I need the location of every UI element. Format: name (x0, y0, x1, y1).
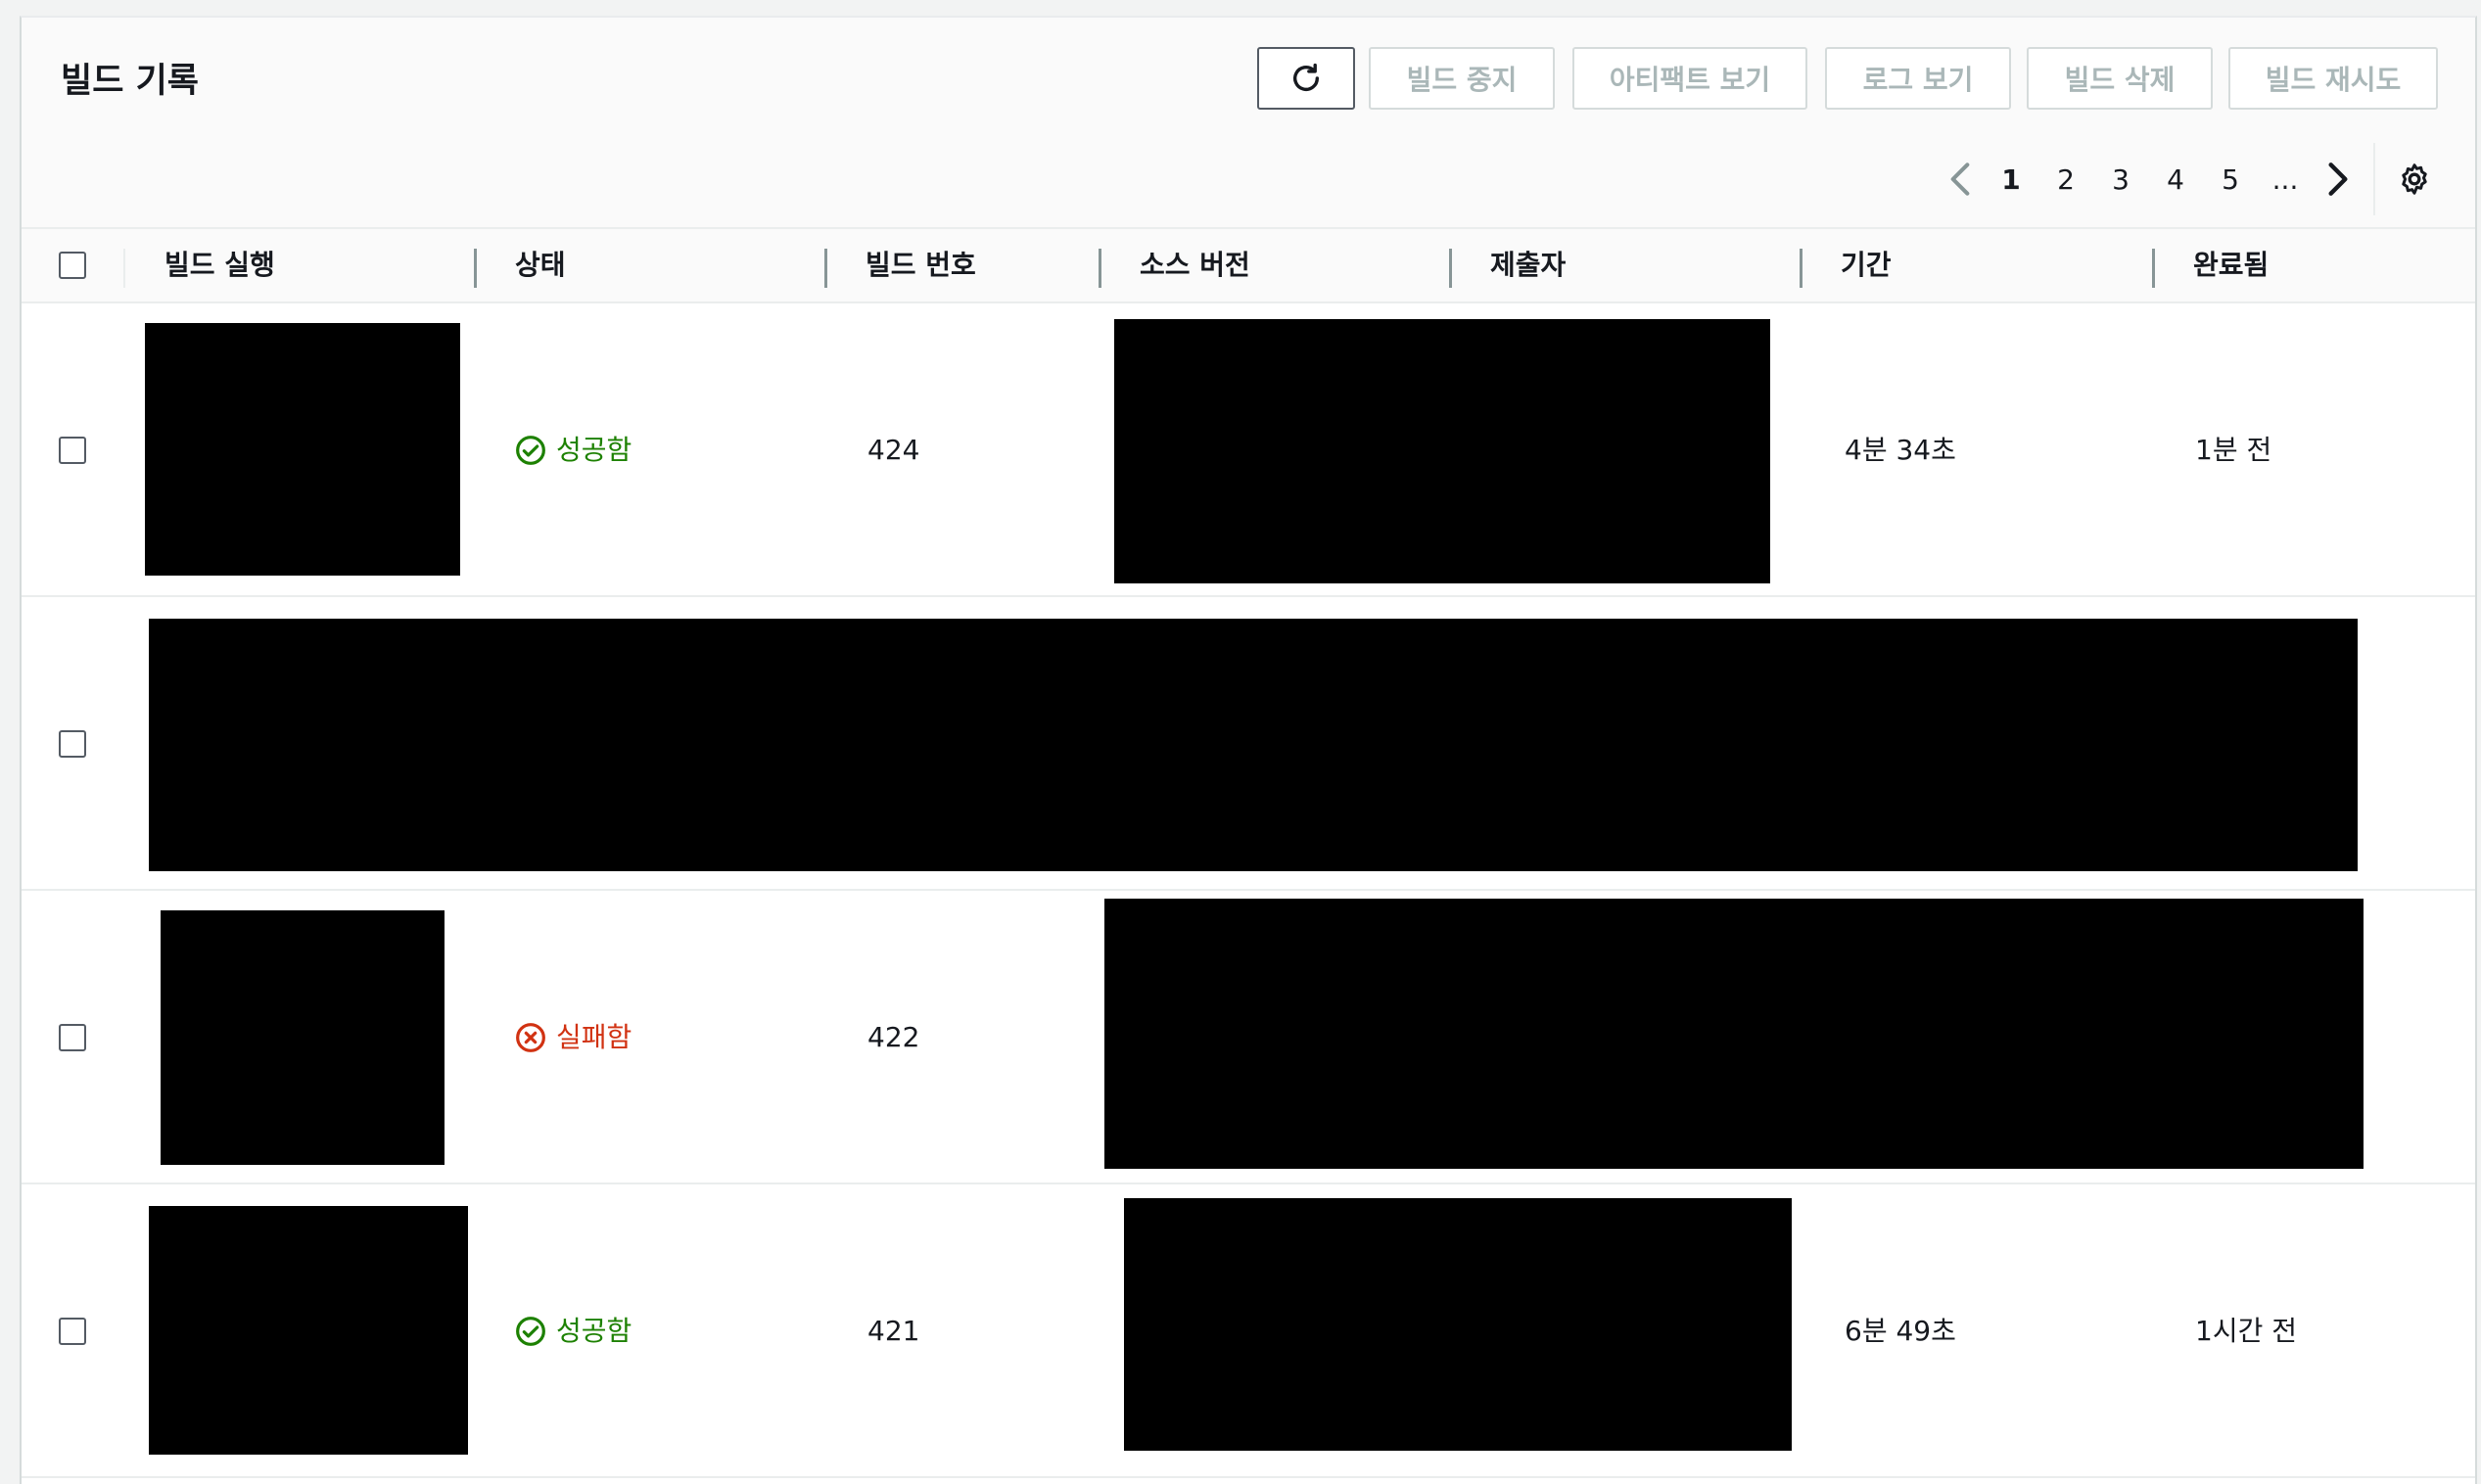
page-2[interactable]: 2 (2046, 145, 2085, 213)
row-checkbox[interactable] (59, 1318, 86, 1345)
view-logs-button[interactable]: 로그 보기 (1825, 47, 2011, 110)
column-header-source-version[interactable]: 소스 버전 (1140, 229, 1250, 301)
refresh-icon (1292, 63, 1320, 91)
chevron-left-icon (1950, 162, 1970, 196)
page-4[interactable]: 4 (2156, 145, 2195, 213)
column-header-duration[interactable]: 기간 (1841, 229, 1892, 301)
row-checkbox[interactable] (59, 730, 86, 758)
completed-time: 1시간 전 (2195, 1315, 2297, 1347)
failed-x-icon (516, 1023, 545, 1052)
delete-build-button[interactable]: 빌드 삭제 (2027, 47, 2213, 110)
redacted-source-version (1124, 1198, 1792, 1451)
success-check-icon (516, 436, 545, 465)
preferences-button[interactable] (2393, 145, 2436, 213)
pagination-next[interactable] (2318, 145, 2358, 213)
row-checkbox[interactable] (59, 437, 86, 464)
panel-title: 빌드 기록 (61, 62, 199, 101)
status-text: 실패함 (556, 1021, 632, 1053)
view-artifacts-button[interactable]: 아티팩트 보기 (1572, 47, 1807, 110)
retry-build-button[interactable]: 빌드 재시도 (2228, 47, 2438, 110)
gear-icon (2402, 163, 2427, 195)
column-header-submitter[interactable]: 제출자 (1490, 229, 1566, 301)
redacted-source-version (1114, 319, 1770, 583)
status-badge: 성공함 (515, 431, 632, 470)
build-number: 421 (867, 1315, 920, 1347)
page-1[interactable]: 1 (1991, 145, 2031, 213)
redacted-build-run (145, 323, 460, 576)
completed-time: 1분 전 (2195, 434, 2272, 466)
build-number: 424 (867, 434, 920, 466)
build-number: 422 (867, 1021, 920, 1053)
column-resizer[interactable] (1099, 249, 1101, 288)
panel-header: 빌드 기록 빌드 중지 아티팩트 보기 로그 보기 빌드 삭제 빌드 재시도 1… (22, 18, 2475, 227)
page-ellipsis: ... (2271, 162, 2299, 196)
column-resizer[interactable] (474, 249, 477, 288)
status-text: 성공함 (556, 434, 632, 466)
stop-build-button[interactable]: 빌드 중지 (1369, 47, 1555, 110)
table-header: 빌드 실행 상태 빌드 번호 소스 버전 제출자 기간 완료됨 (22, 227, 2475, 303)
page-3[interactable]: 3 (2101, 145, 2140, 213)
page-5[interactable]: 5 (2211, 145, 2250, 213)
redacted-source-details (1104, 899, 2364, 1169)
table-row[interactable]: 성공함 424 4분 34초 1분 전 (22, 303, 2475, 597)
pagination-prev[interactable] (1941, 145, 1980, 213)
status-badge: 실패함 (515, 1018, 632, 1057)
column-resizer[interactable] (2152, 249, 2155, 288)
table-row[interactable] (22, 597, 2475, 891)
build-history-panel: 빌드 기록 빌드 중지 아티팩트 보기 로그 보기 빌드 삭제 빌드 재시도 1… (20, 16, 2477, 1484)
column-header-status[interactable]: 상태 (515, 229, 566, 301)
column-resizer[interactable] (824, 249, 827, 288)
success-check-icon (516, 1317, 545, 1346)
column-header-build-run[interactable]: 빌드 실행 (164, 229, 275, 301)
status-text: 성공함 (556, 1315, 632, 1347)
column-divider (123, 249, 125, 288)
status-badge: 성공함 (515, 1312, 632, 1351)
column-header-build-number[interactable]: 빌드 번호 (866, 229, 976, 301)
row-checkbox[interactable] (59, 1024, 86, 1051)
duration: 4분 34초 (1845, 434, 1956, 466)
redacted-build-run (149, 1206, 468, 1455)
column-header-completed[interactable]: 완료됨 (2193, 229, 2269, 301)
table-row[interactable]: 실패함 422 (22, 891, 2475, 1184)
duration: 6분 49초 (1845, 1315, 1956, 1347)
select-all-checkbox[interactable] (59, 252, 86, 279)
redacted-row-content (149, 619, 2358, 871)
column-resizer[interactable] (1800, 249, 1802, 288)
refresh-button[interactable] (1257, 47, 1355, 110)
pagination-divider (2373, 143, 2375, 215)
table-row[interactable]: 성공함 421 6분 49초 1시간 전 (22, 1184, 2475, 1478)
redacted-build-run (161, 910, 445, 1165)
chevron-right-icon (2328, 162, 2348, 196)
column-resizer[interactable] (1449, 249, 1452, 288)
